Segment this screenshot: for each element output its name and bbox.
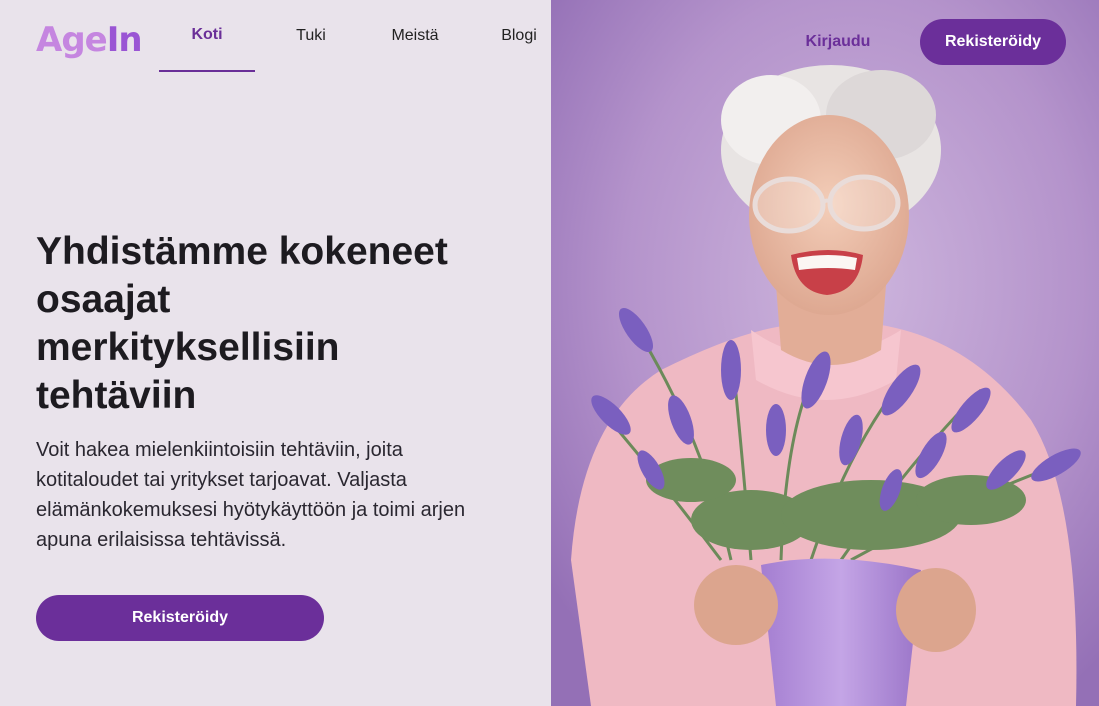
nav-meista[interactable]: Meistä [367, 0, 463, 72]
nav-koti[interactable]: Koti [159, 0, 255, 72]
hero-description: Voit hakea mielenkiintoisiin tehtäviin, … [36, 439, 466, 551]
register-button-header[interactable]: Rekisteröidy [920, 19, 1066, 65]
ageln-logo[interactable]: AgeIn [36, 20, 143, 60]
register-button-hero[interactable]: Rekisteröidy [36, 595, 324, 641]
hero-headline: Yhdistämme kokeneet osaajat merkityksell… [36, 230, 448, 417]
hero-image [551, 0, 1099, 706]
nav-blogi[interactable]: Blogi [463, 0, 575, 72]
main-nav: Koti Tuki Meistä Blogi [159, 0, 575, 72]
elderly-woman-with-lavender-photo [551, 0, 1099, 706]
nav-tuki[interactable]: Tuki [255, 0, 367, 72]
login-link[interactable]: Kirjaudu [788, 19, 888, 65]
